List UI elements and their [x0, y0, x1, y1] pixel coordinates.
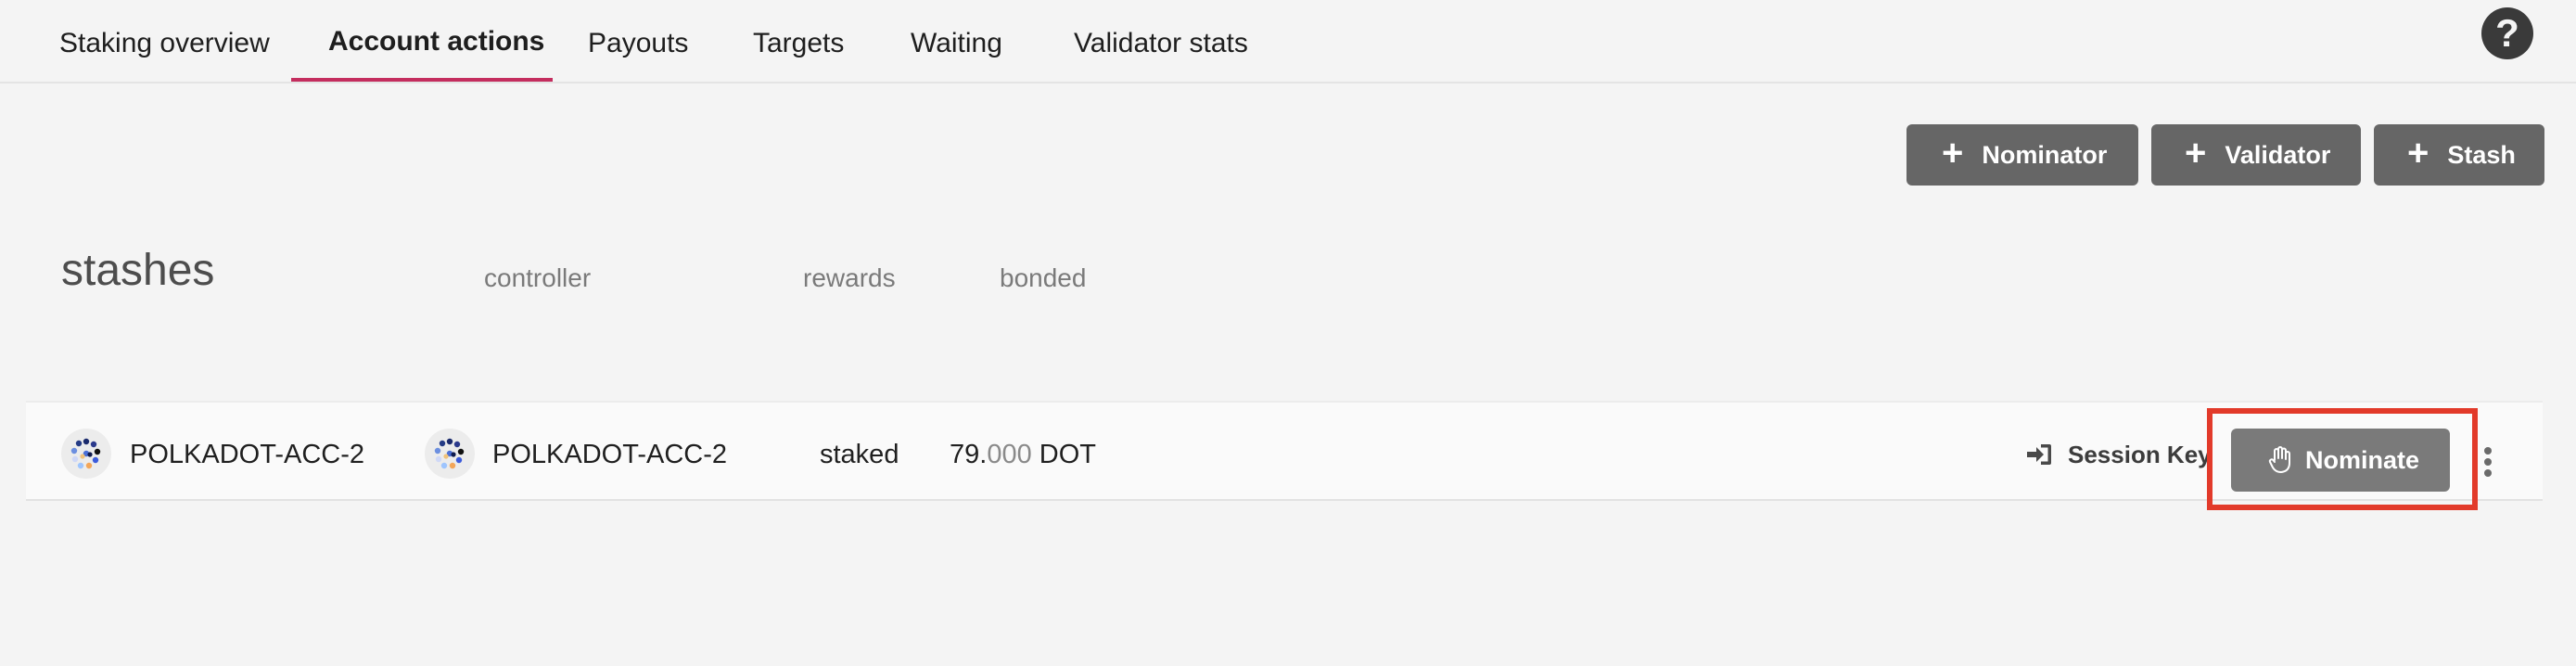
sign-in-icon	[2027, 444, 2051, 466]
stash-account-name[interactable]: POLKADOT-ACC-2	[130, 436, 364, 473]
controller-identicon	[425, 429, 475, 479]
help-icon[interactable]: ?	[2481, 7, 2533, 59]
add-validator-button[interactable]: + Validator	[2151, 124, 2361, 186]
tab-account-actions[interactable]: Account actions	[328, 0, 544, 83]
more-options-icon[interactable]	[2481, 447, 2494, 479]
nominate-button[interactable]: Nominate	[2231, 429, 2450, 492]
plus-icon: +	[1942, 133, 1964, 173]
add-nominator-button[interactable]: + Nominator	[1906, 124, 2138, 186]
bonded-amount: 79.000 DOT	[950, 436, 1096, 473]
hand-paper-icon	[2268, 446, 2290, 473]
rewards-status: staked	[820, 440, 899, 469]
add-stash-label: Stash	[2447, 141, 2516, 169]
rewards-column-header: rewards	[803, 263, 896, 292]
tab-bar: Staking overview Account actions Payouts…	[0, 0, 2576, 83]
plus-icon: +	[2407, 133, 2429, 173]
tab-waiting[interactable]: Waiting	[911, 0, 1002, 83]
tab-targets[interactable]: Targets	[753, 0, 844, 83]
bonded-column-header: bonded	[1000, 263, 1087, 292]
stash-row: POLKADOT-ACC-2 POLKADOT-ACC-2 staked 79.…	[26, 401, 2543, 501]
controller-account-name[interactable]: POLKADOT-ACC-2	[492, 436, 727, 473]
add-nominator-label: Nominator	[1982, 141, 2108, 169]
stashes-title: stashes	[61, 246, 215, 295]
add-validator-label: Validator	[2225, 141, 2331, 169]
bonded-unit: DOT	[1031, 440, 1096, 469]
nominate-label: Nominate	[2305, 446, 2420, 474]
stash-identicon	[61, 429, 111, 479]
tab-staking-overview[interactable]: Staking overview	[59, 0, 270, 83]
active-tab-underline	[291, 78, 553, 82]
tab-payouts[interactable]: Payouts	[588, 0, 688, 83]
controller-column-header: controller	[484, 263, 592, 292]
bonded-integer: 79.	[950, 440, 988, 469]
tab-validator-stats[interactable]: Validator stats	[1074, 0, 1248, 83]
session-key-button[interactable]: Session Key	[2025, 436, 2212, 473]
plus-icon: +	[2185, 133, 2207, 173]
add-stash-button[interactable]: + Stash	[2374, 124, 2544, 186]
bonded-decimals: 000	[987, 440, 1032, 469]
session-key-label: Session Key	[2068, 441, 2212, 468]
